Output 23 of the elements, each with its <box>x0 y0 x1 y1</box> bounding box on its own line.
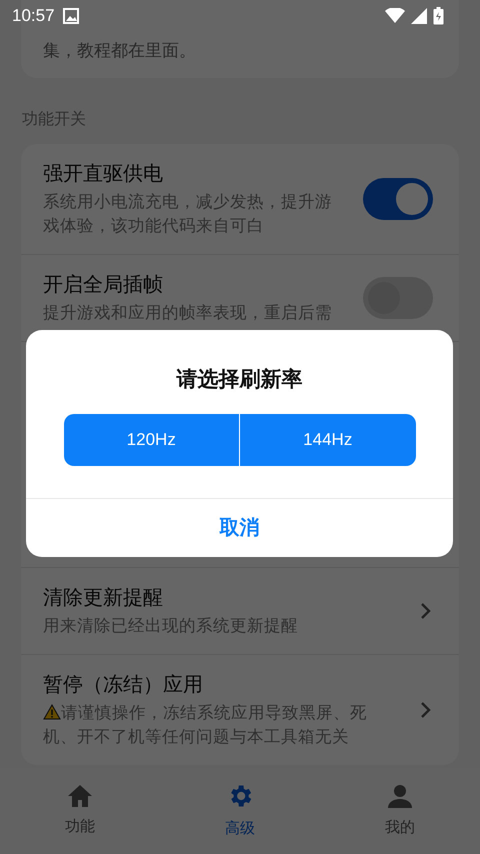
cancel-button[interactable]: 取消 <box>26 499 453 557</box>
signal-icon <box>411 8 427 24</box>
nav-tab[interactable]: 功能 <box>30 784 130 838</box>
toggle-switch[interactable] <box>363 277 433 319</box>
chevron-right-icon <box>419 601 433 621</box>
item-title: 开启全局插帧 <box>43 273 164 298</box>
dialog-title: 请选择刷新率 <box>176 366 302 393</box>
battery-icon <box>433 7 444 25</box>
image-icon <box>62 8 79 24</box>
item-title: 强开直驱供电 <box>43 162 164 187</box>
refresh-rate-option[interactable]: 120Hz <box>64 414 239 466</box>
nav-tab[interactable]: 我的 <box>350 782 450 840</box>
chevron-right-icon <box>419 700 433 720</box>
wifi-icon <box>385 8 405 24</box>
item-title: 清除更新提醒 <box>43 586 164 611</box>
item-title: 暂停（冻结）应用 <box>43 673 204 698</box>
refresh-rate-option[interactable]: 144Hz <box>239 414 416 466</box>
intro-text: 集，教程都在里面。 <box>43 40 197 62</box>
toggle-switch[interactable] <box>363 178 433 220</box>
home-icon <box>67 784 93 808</box>
person-icon <box>387 782 413 809</box>
status-time: 10:57 <box>12 5 55 28</box>
nav-tab[interactable]: 高级 <box>190 782 290 840</box>
